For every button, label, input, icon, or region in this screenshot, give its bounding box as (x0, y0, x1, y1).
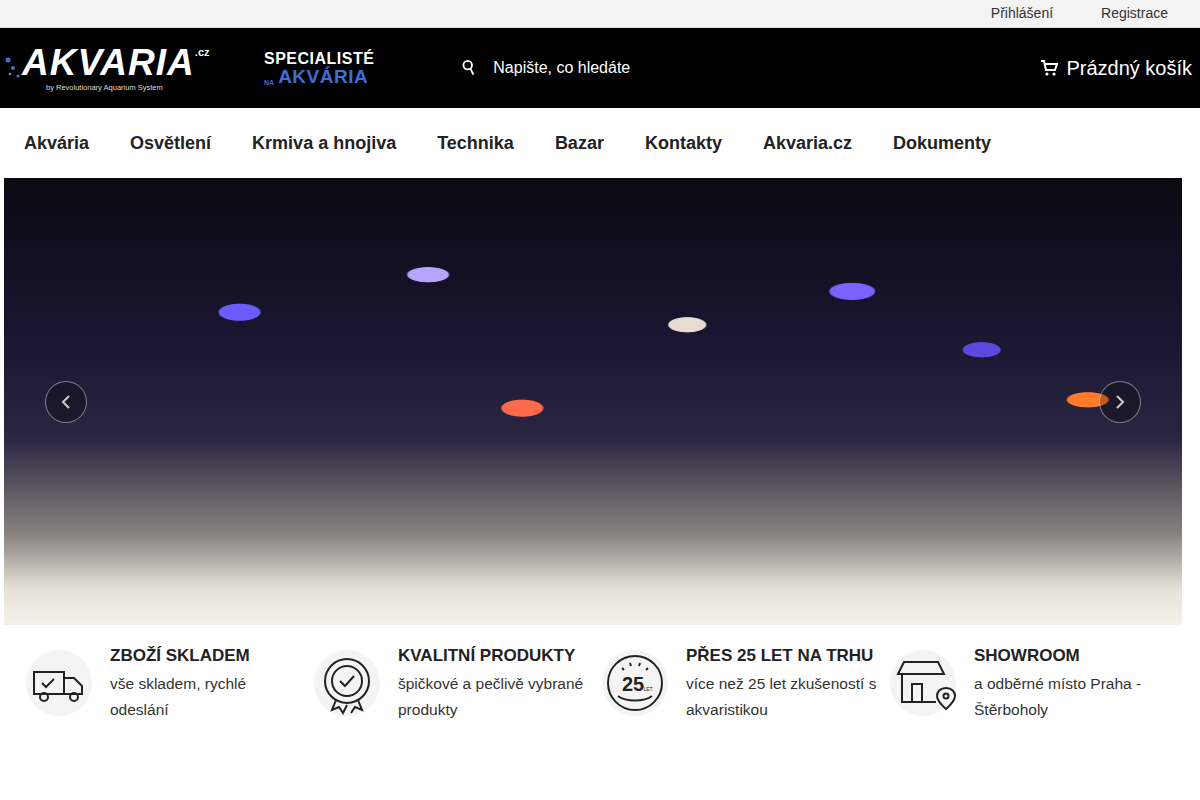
menu-item[interactable]: Bazar (555, 130, 604, 157)
menu-item[interactable]: Osvětlení (130, 130, 211, 157)
menu-item[interactable]: Akvária (24, 130, 89, 157)
chevron-left-icon (60, 394, 72, 410)
feature-box: SHOWROOMa odběrné místo Praha - Štěrboho… (888, 641, 1176, 724)
feature-box: ZBOŽÍ SKLADEMvše skladem, rychlé odeslán… (24, 641, 312, 724)
features: ZBOŽÍ SKLADEMvše skladem, rychlé odeslán… (0, 625, 1200, 724)
feature-box: 25LETPŘES 25 LET NA TRHUvíce než 25 let … (600, 641, 888, 724)
logo[interactable]: AKVARIA.czby Revolutionary Aquarium Syst… (0, 44, 240, 92)
svg-text:LET: LET (643, 686, 652, 692)
quality-badge-icon (312, 648, 382, 718)
menu-item[interactable]: Akvaria.cz (763, 130, 852, 157)
search-bar (462, 55, 1040, 81)
prev-slide-button[interactable] (45, 381, 87, 423)
chevron-right-icon (1114, 394, 1126, 410)
top-bar: Přihlášení Registrace (0, 0, 1200, 28)
cart-link[interactable]: Prázdný košík (1040, 53, 1200, 83)
search-input[interactable] (491, 55, 1040, 81)
feature-box: KVALITNÍ PRODUKTYšpičkové a pečlivě vybr… (312, 641, 600, 724)
next-slide-button[interactable] (1099, 381, 1141, 423)
hero-banner (4, 178, 1182, 625)
account-link[interactable]: Registrace (1085, 3, 1184, 24)
menu-item[interactable]: Technika (437, 130, 514, 157)
drops-icon (4, 52, 22, 84)
account-link[interactable]: Přihlášení (975, 3, 1069, 24)
cart-icon (1040, 59, 1058, 77)
years-badge-icon: 25LET (600, 648, 670, 718)
tagline: SPECIALISTÉNAAKVÁRIA (264, 51, 414, 86)
header: AKVARIA.czby Revolutionary Aquarium Syst… (0, 28, 1200, 108)
menu-item[interactable]: Krmiva a hnojiva (252, 130, 396, 157)
truck-icon (24, 648, 94, 718)
svg-text:25: 25 (622, 673, 644, 695)
search-icon[interactable] (462, 59, 475, 77)
main-menu: Akvária Osvětlení Krmiva a hnojiva Technika… (0, 108, 1200, 178)
menu-item[interactable]: Dokumenty (893, 130, 991, 157)
showroom-icon (888, 648, 958, 718)
menu-item[interactable]: Kontakty (645, 130, 722, 157)
